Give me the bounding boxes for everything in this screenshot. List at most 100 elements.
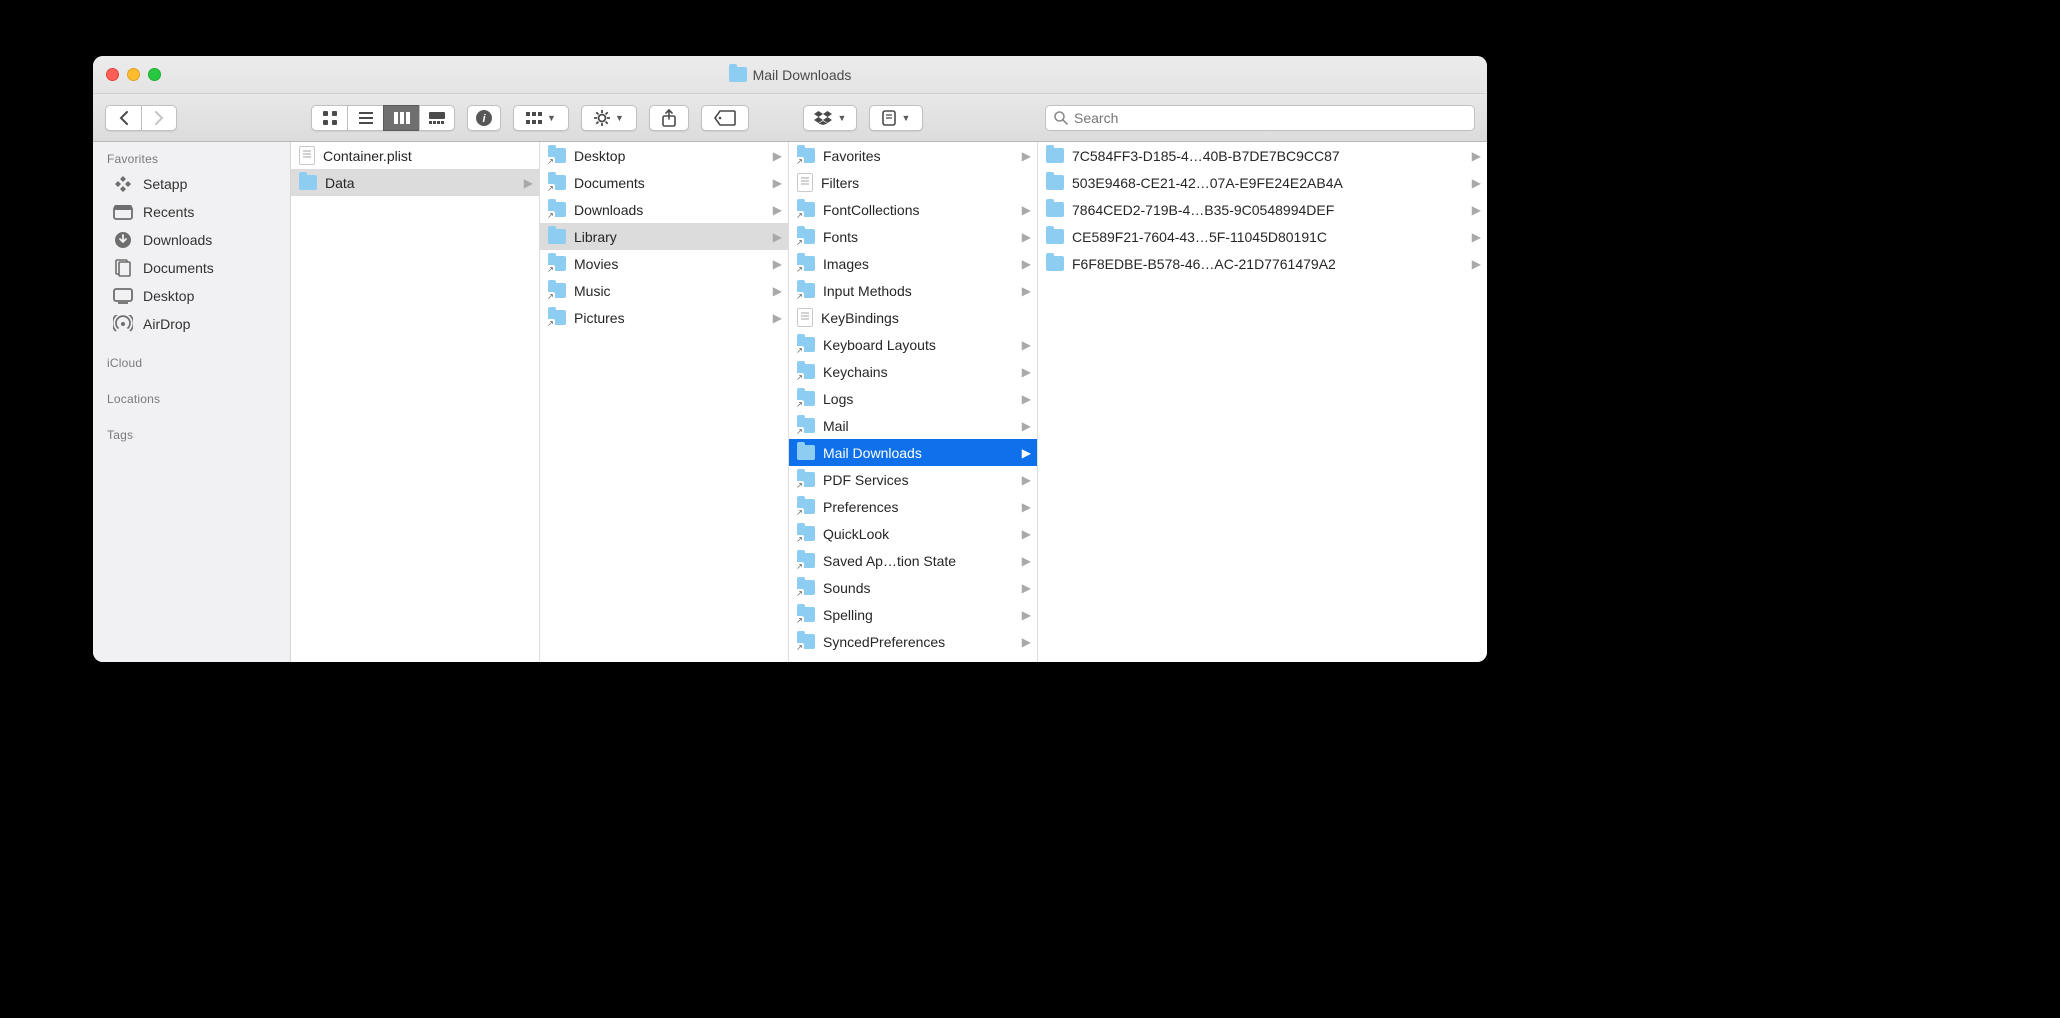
group-button[interactable]: ▼ <box>513 105 569 131</box>
folder-icon <box>1046 175 1064 190</box>
titlebar: Mail Downloads <box>93 56 1487 94</box>
icon-view-button[interactable] <box>311 105 347 131</box>
search-input[interactable] <box>1074 110 1466 126</box>
file-row[interactable]: Logs▶ <box>789 385 1037 412</box>
close-button[interactable] <box>106 68 119 81</box>
tags-button[interactable] <box>701 105 749 131</box>
folder-icon <box>729 67 747 82</box>
disclosure-arrow-icon: ▶ <box>773 149 782 163</box>
file-name: Saved Ap…tion State <box>823 553 956 569</box>
folder-icon <box>548 229 566 244</box>
list-view-button[interactable] <box>347 105 383 131</box>
file-row[interactable]: PDF Services▶ <box>789 466 1037 493</box>
disclosure-arrow-icon: ▶ <box>1022 365 1031 379</box>
action-button[interactable]: ▼ <box>581 105 637 131</box>
file-name: Library <box>574 229 617 245</box>
share-button[interactable] <box>649 105 689 131</box>
sidebar-section-header: iCloud <box>93 352 290 374</box>
file-row[interactable]: 7864CED2-719B-4…B35-9C0548994DEF▶ <box>1038 196 1487 223</box>
dropbox-button[interactable]: ▼ <box>803 105 857 131</box>
file-row[interactable]: CE589F21-7604-43…5F-11045D80191C▶ <box>1038 223 1487 250</box>
file-row[interactable]: SyncedPreferences▶ <box>789 628 1037 655</box>
info-button[interactable]: i <box>467 105 501 131</box>
file-row[interactable]: Filters <box>789 169 1037 196</box>
file-name: KeyBindings <box>821 310 899 326</box>
file-row[interactable]: Input Methods ▶ <box>789 277 1037 304</box>
disclosure-arrow-icon: ▶ <box>1472 257 1481 271</box>
disclosure-arrow-icon: ▶ <box>1472 203 1481 217</box>
file-name: Logs <box>823 391 853 407</box>
window-title-text: Mail Downloads <box>753 67 852 83</box>
disclosure-arrow-icon: ▶ <box>1022 473 1031 487</box>
file-name: Preferences <box>823 499 898 515</box>
sidebar-item-airdrop[interactable]: AirDrop <box>93 310 290 338</box>
file-name: Filters <box>821 175 859 191</box>
folder-icon <box>299 175 317 190</box>
minimize-button[interactable] <box>127 68 140 81</box>
file-row[interactable]: Mail▶ <box>789 412 1037 439</box>
zoom-button[interactable] <box>148 68 161 81</box>
folder-alias-icon <box>797 553 815 568</box>
forward-button[interactable] <box>141 105 177 131</box>
sidebar-item-label: Recents <box>143 204 194 220</box>
chevron-down-icon: ▼ <box>547 113 556 123</box>
file-row[interactable]: Preferences▶ <box>789 493 1037 520</box>
folder-alias-icon <box>548 283 566 298</box>
column-1: Desktop▶Documents▶Downloads▶Library▶Movi… <box>540 142 789 662</box>
file-name: Input Methods <box>823 283 912 299</box>
folder-icon <box>1046 148 1064 163</box>
plist-file-icon <box>299 146 315 165</box>
file-row[interactable]: Documents▶ <box>540 169 788 196</box>
column-view-button[interactable] <box>383 105 419 131</box>
folder-alias-icon <box>797 337 815 352</box>
sidebar-item-desktop[interactable]: Desktop <box>93 282 290 310</box>
file-name: Images <box>823 256 869 272</box>
file-row[interactable]: Downloads▶ <box>540 196 788 223</box>
disclosure-arrow-icon: ▶ <box>1022 338 1031 352</box>
sidebar-item-recents[interactable]: Recents <box>93 198 290 226</box>
file-row[interactable]: Movies▶ <box>540 250 788 277</box>
folder-icon <box>1046 202 1064 217</box>
gallery-view-button[interactable] <box>419 105 455 131</box>
file-row[interactable]: Data▶ <box>291 169 539 196</box>
file-row[interactable]: Mail Downloads▶ <box>789 439 1037 466</box>
disclosure-arrow-icon: ▶ <box>773 257 782 271</box>
folder-alias-icon <box>797 526 815 541</box>
file-row[interactable]: Saved Ap…tion State▶ <box>789 547 1037 574</box>
file-row[interactable]: 7C584FF3-D185-4…40B-B7DE7BC9CC87▶ <box>1038 142 1487 169</box>
file-row[interactable]: Fonts▶ <box>789 223 1037 250</box>
disclosure-arrow-icon: ▶ <box>1022 284 1031 298</box>
file-row[interactable]: Keyboard Layouts▶ <box>789 331 1037 358</box>
disclosure-arrow-icon: ▶ <box>1472 230 1481 244</box>
file-name: Pictures <box>574 310 625 326</box>
file-row[interactable]: Favorites▶ <box>789 142 1037 169</box>
file-row[interactable]: F6F8EDBE-B578-46…AC-21D7761479A2▶ <box>1038 250 1487 277</box>
nav-buttons <box>105 105 177 131</box>
file-row[interactable]: Spelling▶ <box>789 601 1037 628</box>
file-row[interactable]: Container.plist <box>291 142 539 169</box>
sidebar-item-downloads[interactable]: Downloads <box>93 226 290 254</box>
disclosure-arrow-icon: ▶ <box>1022 203 1031 217</box>
file-name: Sounds <box>823 580 870 596</box>
file-row[interactable]: Music▶ <box>540 277 788 304</box>
sidebar-item-setapp[interactable]: Setapp <box>93 170 290 198</box>
file-row[interactable]: Images▶ <box>789 250 1037 277</box>
search-field[interactable] <box>1045 105 1475 131</box>
column-0: Container.plistData▶ <box>291 142 540 662</box>
folder-alias-icon <box>797 256 815 271</box>
device-button[interactable]: ▼ <box>869 105 923 131</box>
file-row[interactable]: Keychains▶ <box>789 358 1037 385</box>
chevron-down-icon: ▼ <box>838 113 847 123</box>
file-row[interactable]: QuickLook▶ <box>789 520 1037 547</box>
file-row[interactable]: Desktop▶ <box>540 142 788 169</box>
file-row[interactable]: Library▶ <box>540 223 788 250</box>
file-row[interactable]: FontCollections ▶ <box>789 196 1037 223</box>
back-button[interactable] <box>105 105 141 131</box>
file-row[interactable]: KeyBindings <box>789 304 1037 331</box>
file-row[interactable]: Sounds▶ <box>789 574 1037 601</box>
sidebar-item-documents[interactable]: Documents <box>93 254 290 282</box>
file-name: FontCollections <box>823 202 920 218</box>
file-row[interactable]: Pictures▶ <box>540 304 788 331</box>
file-row[interactable]: 503E9468-CE21-42…07A-E9FE24E2AB4A▶ <box>1038 169 1487 196</box>
folder-alias-icon <box>797 499 815 514</box>
